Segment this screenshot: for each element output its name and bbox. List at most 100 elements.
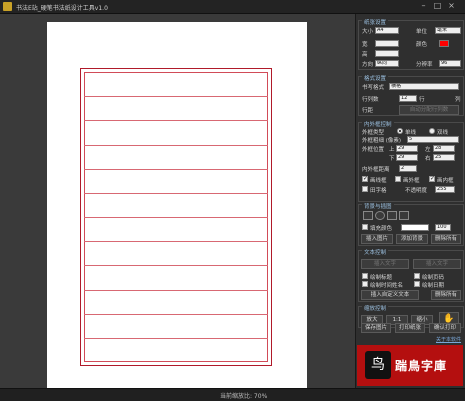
delete-images-button[interactable]: 删除所有 bbox=[431, 234, 461, 244]
delete-text-button[interactable]: 删除所有 bbox=[431, 290, 461, 300]
frame-settings-header: 内外框控制 bbox=[362, 120, 394, 128]
window-title: 书法E站_硬笔书法纸设计工具v1.0 bbox=[16, 5, 108, 12]
style-label: 书写格式 bbox=[362, 85, 385, 91]
direction-select[interactable]: 纵向 bbox=[375, 60, 399, 67]
right-label: 右 bbox=[425, 156, 431, 162]
print-paper-button[interactable]: 打印纸张 bbox=[395, 323, 425, 333]
frame-settings-group: 内外框控制 外框类型 单线 双线 外框粗细 (像素) 5 外框位置 上 29 左… bbox=[358, 120, 464, 202]
direction-label: 方向 bbox=[362, 62, 374, 68]
size-select[interactable]: A4 bbox=[375, 27, 399, 34]
brand-logo: 鸟 踹鳥字庫 bbox=[357, 345, 463, 386]
ruled-line bbox=[84, 145, 268, 146]
draw-date-label: 绘制日期 bbox=[422, 283, 445, 289]
insert-image-button[interactable]: 插入图片 bbox=[361, 234, 393, 244]
fill-color-label: 填充颜色 bbox=[370, 226, 393, 232]
save-image-button[interactable]: 保存图片 bbox=[361, 323, 391, 333]
draw-name-checkbox[interactable] bbox=[362, 281, 368, 287]
single-line-label: 单线 bbox=[405, 130, 417, 136]
draw-title-label: 绘制标题 bbox=[370, 275, 393, 281]
size-label: 大小 bbox=[362, 29, 374, 35]
height-input[interactable] bbox=[375, 50, 399, 57]
dpi-label: 分辨率 bbox=[416, 62, 433, 68]
double-line-radio[interactable] bbox=[429, 128, 435, 134]
format-settings-header: 格式设置 bbox=[362, 74, 389, 82]
text-header: 文本控制 bbox=[362, 248, 389, 256]
unit-select[interactable]: 毫米 bbox=[435, 27, 461, 34]
inner-distance-input[interactable]: 2 bbox=[399, 165, 417, 172]
left-label: 左 bbox=[425, 147, 431, 153]
rows-unit: 行 bbox=[419, 97, 425, 103]
insert-text-button[interactable]: 插入文字 bbox=[361, 259, 409, 269]
title-bar: 书法E站_硬笔书法纸设计工具v1.0 – □ × bbox=[0, 0, 465, 14]
unit-label: 单位 bbox=[416, 29, 428, 35]
bottom-label: 下 bbox=[389, 156, 395, 162]
dpi-select[interactable]: 96 bbox=[439, 60, 461, 67]
about-link[interactable]: 关于本软件 bbox=[436, 336, 461, 343]
draw-title-checkbox[interactable] bbox=[362, 273, 368, 279]
tianzi-checkbox[interactable] bbox=[362, 186, 368, 192]
bottom-input[interactable]: 29 bbox=[396, 154, 418, 161]
ruled-line bbox=[84, 193, 268, 194]
spacing-label: 行距 bbox=[362, 108, 374, 114]
draw-outer-checkbox[interactable] bbox=[395, 176, 401, 182]
double-line-label: 双线 bbox=[437, 130, 449, 136]
background-header: 背景与插图 bbox=[362, 202, 394, 210]
draw-page-label: 绘制页码 bbox=[422, 275, 445, 281]
insert-text-button-2[interactable]: 插入文字 bbox=[413, 259, 461, 269]
circle-icon[interactable] bbox=[375, 211, 385, 220]
height-label: 高 bbox=[362, 52, 368, 58]
rows-label: 行列数 bbox=[362, 97, 379, 103]
zoom-status: 当前缩放比: 70% bbox=[220, 393, 268, 400]
frame-pos-label: 外框位置 bbox=[362, 147, 385, 153]
close-button[interactable]: × bbox=[446, 1, 457, 11]
ruled-line bbox=[84, 314, 268, 315]
draw-outer-label: 画外框 bbox=[403, 178, 420, 184]
thickness-input[interactable]: 5 bbox=[407, 136, 459, 143]
bird-logo-icon: 鸟 bbox=[365, 351, 391, 379]
draw-page-checkbox[interactable] bbox=[414, 273, 420, 279]
rows-input[interactable]: 12 bbox=[399, 95, 417, 102]
draw-inner-label: 画内框 bbox=[437, 178, 454, 184]
app-icon bbox=[3, 2, 12, 11]
grid-icon[interactable] bbox=[387, 211, 397, 220]
paper-settings-group: 纸张设置 大小 A4 单位 毫米 宽 颜色 高 方向 纵向 分辨率 96 bbox=[358, 18, 464, 70]
style-select[interactable]: 横格 bbox=[389, 83, 459, 90]
ruled-line bbox=[84, 338, 268, 339]
top-input[interactable]: 29 bbox=[396, 145, 418, 152]
fill-color-swatch[interactable] bbox=[401, 224, 429, 231]
text-group: 文本控制 插入文字 插入文字 绘制标题 绘制页码 绘制时间姓名 绘制日期 插入自… bbox=[358, 248, 464, 302]
fill-color-checkbox[interactable] bbox=[362, 224, 368, 230]
single-line-radio[interactable] bbox=[397, 128, 403, 134]
ruled-line bbox=[84, 241, 268, 242]
minimize-button[interactable]: – bbox=[418, 1, 429, 11]
opacity-input[interactable]: 255 bbox=[435, 186, 455, 193]
logo-text: 踹鳥字庫 bbox=[395, 359, 448, 373]
inner-distance-label: 内外框距离 bbox=[362, 167, 390, 173]
status-bar: 当前缩放比: 70% bbox=[0, 388, 465, 401]
left-input[interactable]: 28 bbox=[433, 145, 455, 152]
draw-date-checkbox[interactable] bbox=[414, 281, 420, 287]
top-label: 上 bbox=[389, 147, 395, 153]
ruled-line bbox=[84, 217, 268, 218]
canvas-area bbox=[0, 14, 355, 388]
width-input[interactable] bbox=[375, 40, 399, 47]
draw-lines-label: 画线框 bbox=[370, 178, 387, 184]
add-background-button[interactable]: 添加背景 bbox=[396, 234, 428, 244]
ruled-line bbox=[84, 169, 268, 170]
lines-icon[interactable] bbox=[399, 211, 409, 220]
confirm-print-button[interactable]: 确认打印 bbox=[429, 323, 461, 333]
frame-type-label: 外框类型 bbox=[362, 130, 385, 136]
square-icon[interactable] bbox=[363, 211, 373, 220]
width-label: 宽 bbox=[362, 42, 368, 48]
paper-color-swatch[interactable] bbox=[439, 40, 449, 47]
auto-rows-button[interactable]: 自动分配行列数 bbox=[399, 105, 459, 115]
right-input[interactable]: 25 bbox=[433, 154, 455, 161]
custom-text-button[interactable]: 插入自定义文本 bbox=[361, 290, 419, 300]
fill-alpha-input[interactable]: 100 bbox=[435, 224, 451, 231]
tianzi-label: 田字格 bbox=[370, 188, 387, 194]
zoom-header: 缩放控制 bbox=[362, 304, 389, 312]
maximize-button[interactable]: □ bbox=[432, 1, 443, 11]
settings-panel: 纸张设置 大小 A4 单位 毫米 宽 颜色 高 方向 纵向 分辨率 96 格式设… bbox=[355, 14, 465, 388]
draw-lines-checkbox[interactable]: ✓ bbox=[362, 176, 368, 182]
draw-inner-checkbox[interactable]: ✓ bbox=[429, 176, 435, 182]
